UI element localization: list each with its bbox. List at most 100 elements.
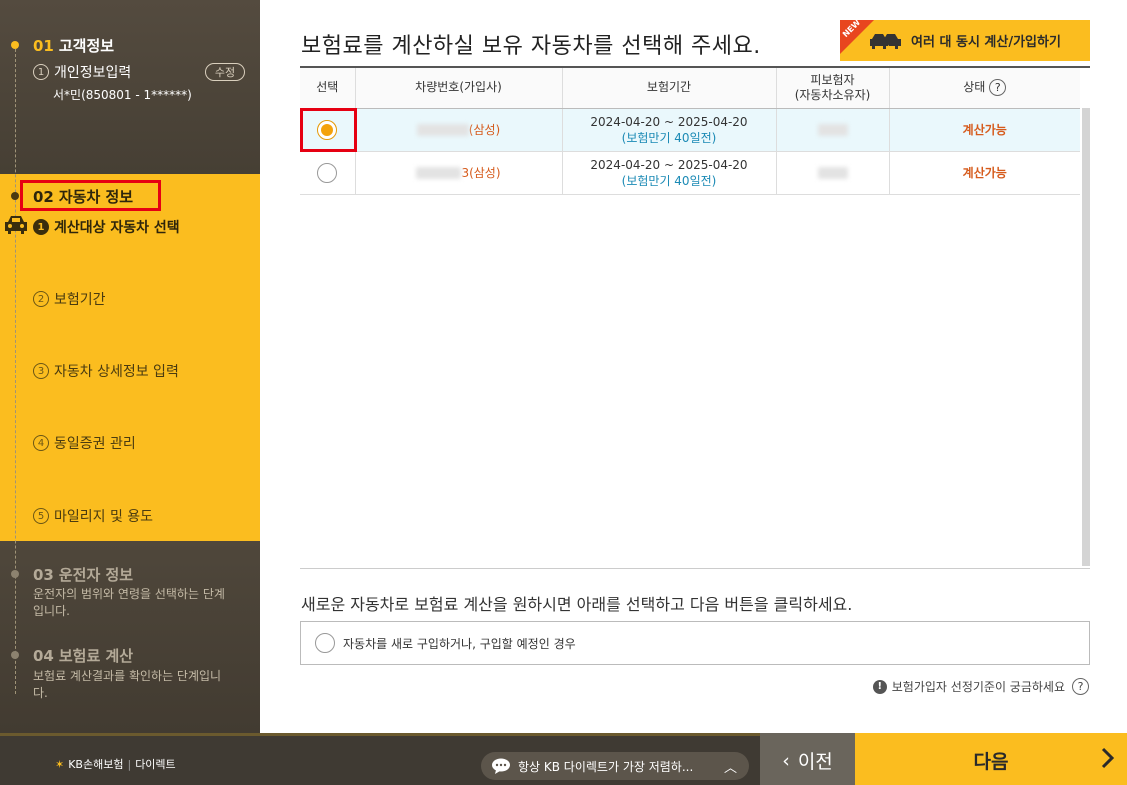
column-header-status-label: 상태 [963, 80, 986, 95]
step-dot [11, 192, 19, 200]
column-header-status: 상태? [889, 68, 1080, 109]
table-row[interactable]: 3(삼성) 2024-04-20 ~ 2025-04-20 (보험만기 40일전)… [300, 151, 1080, 195]
select-cell[interactable] [300, 151, 356, 195]
page-title: 보험료를 계산하실 보유 자동차를 선택해 주세요. [301, 34, 761, 59]
car-icon [5, 216, 27, 234]
step-number: 04 [33, 647, 54, 665]
step-number: 01 [33, 37, 54, 55]
vehicle-table: 선택 차량번호(가입사) 보험기간 피보험자 (자동차소유자) 상태? (삼성)… [300, 66, 1090, 569]
chevron-left-icon: ‹ [782, 749, 790, 772]
sidebar-item-mileage-usage[interactable]: 5 마일리지 및 용도 [33, 506, 153, 526]
insurer-name: 3(삼성) [461, 165, 501, 180]
step-sidebar: 1 계산대상 자동차 선택 2 보험기간 3 자동차 상세정보 입력 4 동일증… [0, 0, 260, 733]
step-dot [11, 651, 19, 659]
step-number-badge: 4 [33, 435, 49, 451]
redacted-owner [817, 124, 848, 136]
step-connector-line [15, 44, 16, 694]
step-title-customer[interactable]: 01 고객정보 [33, 35, 114, 56]
kb-star-icon: ✶ [55, 757, 65, 771]
next-label: 다음 [973, 751, 1009, 773]
step-number-badge: 3 [33, 363, 49, 379]
step-label: 고객정보 [58, 37, 115, 55]
sidebar-item-label: 자동차 상세정보 입력 [54, 364, 179, 380]
prev-label: 이전 [797, 751, 833, 773]
insurer-name: (삼성) [468, 122, 501, 137]
step-description: 보험료 계산결과를 확인하는 단계입니다. [33, 669, 222, 700]
vehicle-number-cell: 3(삼성) [355, 151, 563, 195]
chevron-right-icon [1101, 747, 1115, 769]
criteria-link[interactable]: ! 보험가입자 선정기준이 궁금하세요 ? [872, 678, 1089, 695]
insured-cell [776, 151, 890, 195]
redacted-plate [416, 167, 462, 179]
table-header-row: 선택 차량번호(가입사) 보험기간 피보험자 (자동차소유자) 상태? [300, 68, 1080, 109]
step-dot [11, 41, 19, 49]
info-icon: ! [872, 679, 887, 694]
multi-vehicle-label: 여러 대 동시 계산/가입하기 [911, 35, 1061, 50]
step-title-premium: 04 보험료 계산 [33, 645, 133, 666]
maturity-note: (보험만기 40일전) [621, 130, 717, 145]
help-icon[interactable]: ? [1072, 678, 1089, 695]
criteria-label: 보험가입자 선정기준이 궁금하세요 [891, 680, 1065, 694]
edit-button[interactable]: 수정 [205, 63, 245, 81]
cars-icon [870, 33, 902, 49]
step-number-badge: 5 [33, 508, 49, 524]
column-header-insured-label: 피보험자 (자동차소유자) [794, 72, 871, 102]
new-car-option[interactable]: 자동차를 새로 구입하거나, 구입할 예정인 경우 [300, 621, 1090, 665]
footer-bar: ✶ KB손해보험 | 다이렉트 항상 KB 다이렉트가 가장 저렴하... ︿ … [0, 733, 1127, 785]
step-description: 운전자의 범위와 연령을 선택하는 단계입니다. [33, 587, 225, 618]
brand-divider: | [127, 757, 132, 771]
chevron-up-icon[interactable]: ︿ [724, 757, 737, 776]
sidebar-item-label: 계산대상 자동차 선택 [54, 220, 180, 236]
notice-ticker[interactable]: 항상 KB 다이렉트가 가장 저렴하... ︿ [481, 752, 749, 780]
new-car-option-label: 자동차를 새로 구입하거나, 구입할 예정인 경우 [343, 636, 576, 651]
maturity-note: (보험만기 40일전) [621, 173, 717, 188]
sidebar-item-label: 보험기간 [54, 292, 106, 308]
period-cell: 2024-04-20 ~ 2025-04-20 (보험만기 40일전) [562, 108, 777, 152]
sidebar-item-label: 마일리지 및 용도 [54, 509, 154, 525]
highlight-box [20, 180, 161, 211]
step-label: 운전자 정보 [58, 566, 134, 584]
status-cell: 계산가능 [889, 108, 1080, 152]
step-dot [11, 570, 19, 578]
column-header-period: 보험기간 [562, 68, 777, 109]
table-row[interactable]: (삼성) 2024-04-20 ~ 2025-04-20 (보험만기 40일전) … [300, 107, 1080, 152]
step-number: 03 [33, 566, 54, 584]
ticker-text: 항상 KB 다이렉트가 가장 저렴하... [518, 759, 694, 774]
chat-bubble-icon [492, 758, 510, 774]
new-car-message: 새로운 자동차로 보험료 계산을 원하시면 아래를 선택하고 다음 버튼을 클릭… [301, 595, 853, 614]
vehicle-radio[interactable] [317, 162, 338, 183]
select-cell[interactable] [300, 107, 357, 152]
sidebar-section-vehicle: 1 계산대상 자동차 선택 2 보험기간 3 자동차 상세정보 입력 4 동일증… [0, 174, 260, 541]
redacted-owner [817, 167, 848, 179]
sidebar-item-personal-info[interactable]: 1 개인정보입력 [33, 62, 131, 82]
brand-name: KB손해보험 [68, 758, 124, 771]
insured-cell [776, 108, 890, 152]
scrollbar-thumb[interactable] [1082, 108, 1090, 566]
sidebar-item-label: 개인정보입력 [54, 65, 132, 81]
customer-info: 서*민(850801 - 1******) [53, 88, 192, 102]
column-header-vehicle-number: 차량번호(가입사) [355, 68, 563, 109]
sidebar-item-insurance-period[interactable]: 2 보험기간 [33, 289, 106, 309]
new-car-radio[interactable] [315, 633, 335, 653]
brand-logo: ✶ KB손해보험 | 다이렉트 [55, 756, 176, 772]
multi-vehicle-button[interactable]: 여러 대 동시 계산/가입하기 [840, 20, 1090, 61]
step-number-badge: 1 [33, 219, 49, 235]
help-icon[interactable]: ? [989, 79, 1007, 97]
vehicle-number-cell: (삼성) [355, 108, 563, 152]
period-cell: 2024-04-20 ~ 2025-04-20 (보험만기 40일전) [562, 151, 777, 195]
next-button[interactable]: 다음 [855, 733, 1127, 785]
highlight-box [300, 107, 357, 152]
sidebar-item-vehicle-detail[interactable]: 3 자동차 상세정보 입력 [33, 361, 179, 381]
status-cell: 계산가능 [889, 151, 1080, 195]
sidebar-item-same-policy[interactable]: 4 동일증권 관리 [33, 433, 136, 453]
table-scrollbar[interactable] [1082, 108, 1090, 566]
brand-sub: 다이렉트 [135, 758, 176, 771]
prev-button[interactable]: ‹ 이전 [760, 733, 855, 785]
step-label: 보험료 계산 [58, 647, 134, 665]
redacted-plate [416, 124, 469, 136]
sidebar-item-select-vehicle[interactable]: 1 계산대상 자동차 선택 [33, 217, 180, 237]
step-number-badge: 2 [33, 291, 49, 307]
column-header-insured: 피보험자 (자동차소유자) [776, 68, 890, 109]
step-title-driver: 03 운전자 정보 [33, 564, 133, 585]
period-range: 2024-04-20 ~ 2025-04-20 [590, 114, 748, 129]
